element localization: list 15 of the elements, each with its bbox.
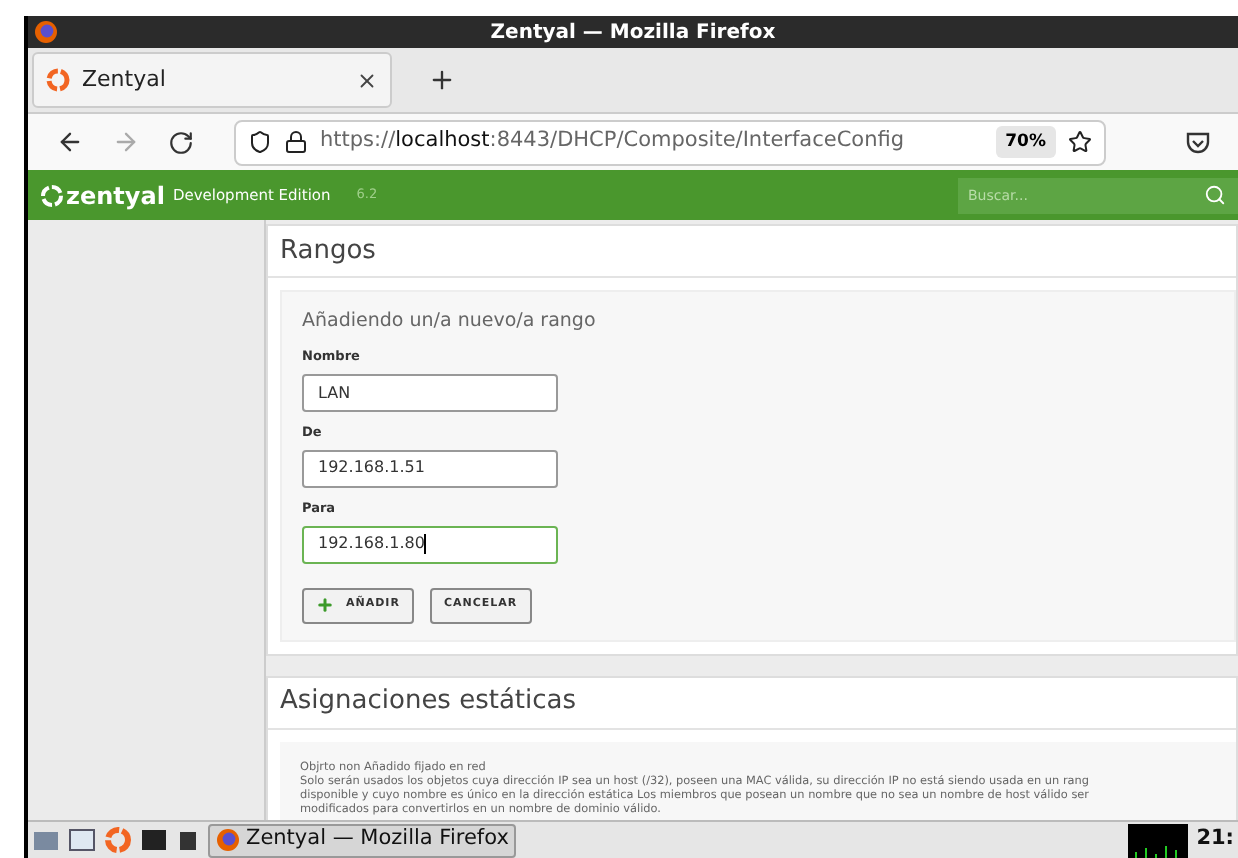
text-field[interactable]: 192.168.1.80 bbox=[302, 525, 558, 563]
taskbar-task[interactable]: Zentyal — Mozilla Firefox bbox=[208, 823, 517, 857]
brand-name: zentyal bbox=[66, 179, 165, 213]
form-title: Añadiendo un/a nuevo/a rango bbox=[302, 308, 598, 336]
zoom-badge[interactable]: 70% bbox=[995, 125, 1056, 159]
address-bar[interactable]: https://localhost:8443/DHCP/Composite/InterfaceConfig 70% bbox=[234, 119, 1106, 165]
panel-title: Asignaciones estáticas bbox=[268, 677, 1236, 729]
text-field[interactable]: 192.168.1.51 bbox=[302, 449, 558, 488]
tab-title: Zentyal bbox=[82, 63, 168, 96]
clock: 21: bbox=[1196, 824, 1236, 855]
panel-title: Rangos bbox=[268, 226, 1236, 278]
window-title: Zentyal — Mozilla Firefox bbox=[490, 19, 776, 47]
browser-tab[interactable]: Zentyal bbox=[32, 52, 392, 108]
url-text: https://localhost:8443/DHCP/Composite/InterfaceConfig bbox=[320, 126, 907, 157]
text-field[interactable]: LAN bbox=[302, 374, 558, 412]
